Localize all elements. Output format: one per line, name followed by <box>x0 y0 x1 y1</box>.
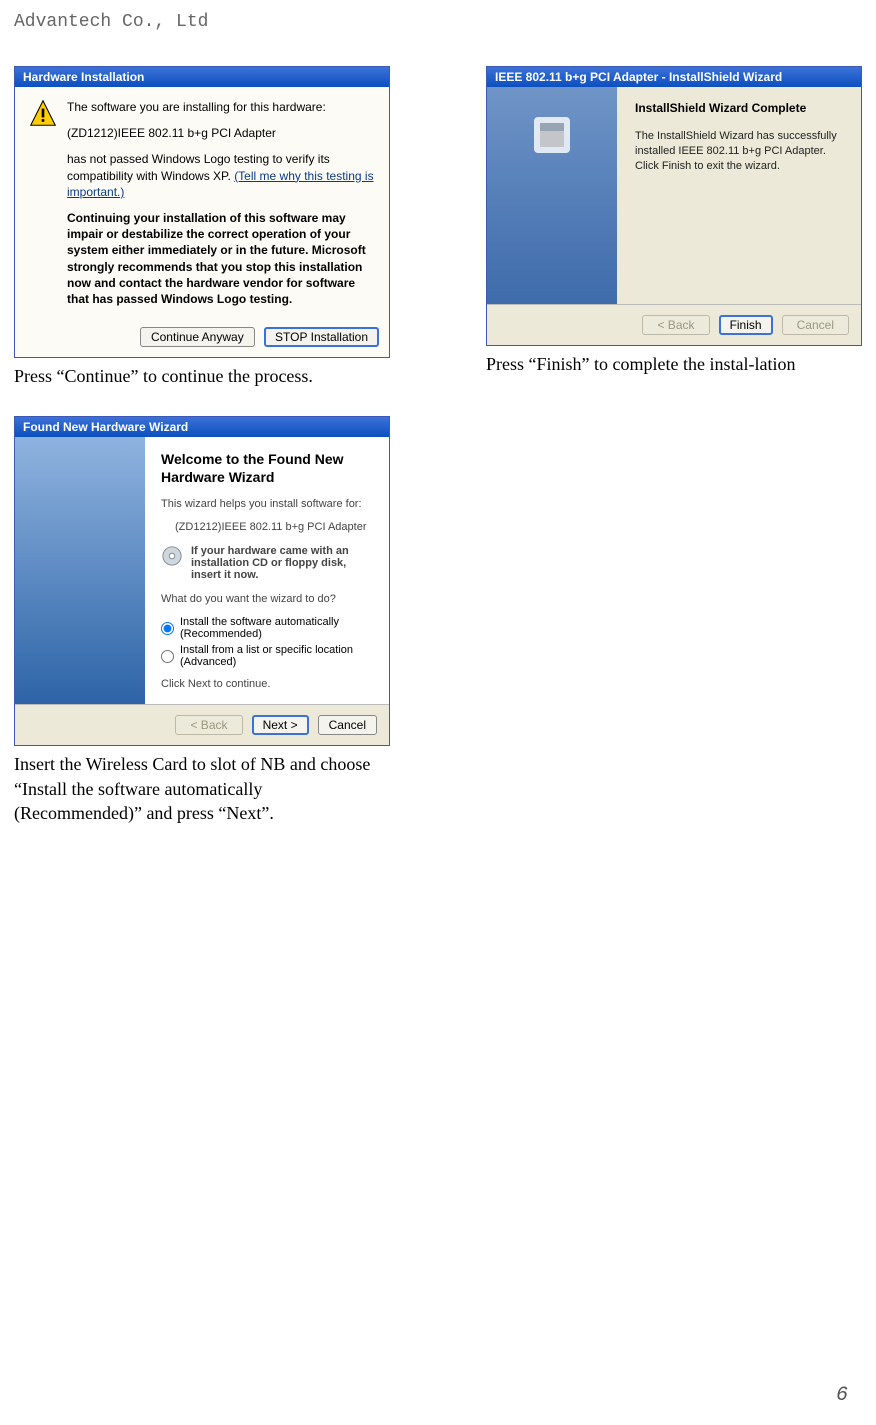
fnhw-foot: Click Next to continue. <box>161 678 373 690</box>
ishield-sidebar-graphic <box>487 87 617 304</box>
continue-anyway-button[interactable]: Continue Anyway <box>140 327 255 347</box>
fnhw-back-button[interactable]: < Back <box>175 715 242 735</box>
fnhw-button-row: < Back Next > Cancel <box>15 704 389 745</box>
fnhw-cd-hint: If your hardware came with an installati… <box>191 545 373 581</box>
two-column-layout: Hardware Installation The software you a… <box>14 66 862 853</box>
radio-install-auto[interactable]: Install the software automatically (Reco… <box>161 616 373 640</box>
cd-icon <box>161 545 183 567</box>
ishield-button-row: < Back Finish Cancel <box>487 304 861 345</box>
radio-install-list-input[interactable] <box>161 650 174 663</box>
right-column: IEEE 802.11 b+g PCI Adapter - InstallShi… <box>486 66 862 853</box>
stop-installation-button[interactable]: STOP Installation <box>264 327 379 347</box>
company-header: Advantech Co., Ltd <box>14 12 862 32</box>
fnhw-cancel-button[interactable]: Cancel <box>318 715 377 735</box>
page-number: 6 <box>836 1384 848 1407</box>
ishield-back-button: < Back <box>642 315 709 335</box>
warning-icon <box>29 99 57 127</box>
ishield-titlebar: IEEE 802.11 b+g PCI Adapter - InstallShi… <box>487 67 861 87</box>
dialog-button-row: Continue Anyway STOP Installation <box>15 317 389 357</box>
dialog-text-line1: The software you are installing for this… <box>67 99 375 115</box>
found-new-hardware-dialog: Found New Hardware Wizard Welcome to the… <box>14 416 390 746</box>
ishield-body: The InstallShield Wizard has successfull… <box>635 129 843 174</box>
ishield-finish-button[interactable]: Finish <box>719 315 773 335</box>
dialog-titlebar: Hardware Installation <box>15 67 389 87</box>
caption-ishield: Press “Finish” to complete the instal-la… <box>486 352 862 376</box>
hardware-installation-dialog: Hardware Installation The software you a… <box>14 66 390 358</box>
dialog-bold-warning: Continuing your installation of this sof… <box>67 210 375 307</box>
fnhw-next-button[interactable]: Next > <box>252 715 309 735</box>
fnhw-heading: Welcome to the Found New Hardware Wizard <box>161 451 373 486</box>
fnhw-question: What do you want the wizard to do? <box>161 593 373 605</box>
installshield-dialog: IEEE 802.11 b+g PCI Adapter - InstallShi… <box>486 66 862 346</box>
fnhw-intro: This wizard helps you install software f… <box>161 498 373 510</box>
left-column: Hardware Installation The software you a… <box>14 66 390 853</box>
caption-fnhw: Insert the Wireless Card to slot of NB a… <box>14 752 390 825</box>
fnhw-device: (ZD1212)IEEE 802.11 b+g PCI Adapter <box>175 521 373 533</box>
wizard-sidebar-graphic <box>15 437 145 704</box>
caption-hardware-install: Press “Continue” to continue the process… <box>14 364 390 388</box>
ishield-heading: InstallShield Wizard Complete <box>635 101 843 115</box>
radio-install-list[interactable]: Install from a list or specific location… <box>161 644 373 668</box>
fnhw-titlebar: Found New Hardware Wizard <box>15 417 389 437</box>
ishield-cancel-button: Cancel <box>782 315 849 335</box>
dialog-device-name: (ZD1212)IEEE 802.11 b+g PCI Adapter <box>67 125 375 141</box>
dialog-logo-warning: has not passed Windows Logo testing to v… <box>67 151 375 200</box>
document-page: Advantech Co., Ltd Hardware Installation… <box>0 0 876 1425</box>
radio-install-auto-input[interactable] <box>161 622 174 635</box>
